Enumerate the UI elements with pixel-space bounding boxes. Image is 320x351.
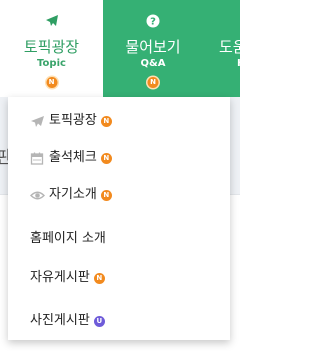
menu-item-homepage-intro[interactable]: 홈페이지 소개	[30, 228, 106, 250]
paper-plane-icon	[45, 15, 58, 26]
eye-icon	[30, 191, 45, 199]
paper-plane-icon	[31, 115, 44, 127]
question-circle-icon: ?	[146, 14, 160, 28]
updated-badge: U	[93, 315, 105, 327]
topic-dropdown-menu: 토픽광장 N 출석체크 N 자기소개 N 홈페이지 소개 자유게시판 N 사진게…	[8, 97, 230, 340]
tab-topic[interactable]: 토픽광장 Topic N	[0, 0, 103, 97]
menu-item-label: 자유게시판	[30, 270, 90, 285]
tab-title: 물어보기	[125, 38, 181, 56]
tab-subtitle: H	[237, 58, 246, 69]
menu-item-self-intro[interactable]: 자기소개 N	[30, 184, 112, 206]
new-badge: N	[147, 77, 159, 88]
new-badge: N	[100, 189, 112, 201]
menu-item-photo-board[interactable]: 사진게시판 U	[30, 310, 105, 332]
menu-item-label: 자기소개	[49, 187, 97, 202]
tab-qa[interactable]: ? 물어보기 Q&A N	[103, 0, 203, 97]
menu-item-label: 사진게시판	[30, 313, 90, 328]
tab-help[interactable]: 도움 H	[203, 0, 283, 97]
menu-item-label: 홈페이지 소개	[30, 231, 106, 246]
new-badge: N	[93, 272, 105, 284]
new-badge: N	[100, 115, 112, 127]
menu-item-free-board[interactable]: 자유게시판 N	[30, 267, 105, 289]
tab-title: 도움	[219, 38, 247, 56]
calendar-icon	[30, 152, 44, 165]
menu-item-topic[interactable]: 토픽광장 N	[30, 110, 112, 132]
tab-subtitle: Topic	[37, 58, 66, 69]
tab-subtitle: Q&A	[140, 58, 166, 69]
new-badge: N	[100, 152, 112, 164]
main-navbar: 토픽광장 Topic N ? 물어보기 Q&A N 도움 H	[0, 0, 247, 97]
menu-item-attendance[interactable]: 출석체크 N	[30, 147, 112, 169]
menu-item-label: 출석체크	[49, 150, 97, 165]
new-badge: N	[46, 77, 57, 88]
menu-item-label: 토픽광장	[49, 113, 97, 128]
tab-title: 토픽광장	[23, 38, 80, 56]
svg-text:?: ?	[150, 17, 156, 28]
